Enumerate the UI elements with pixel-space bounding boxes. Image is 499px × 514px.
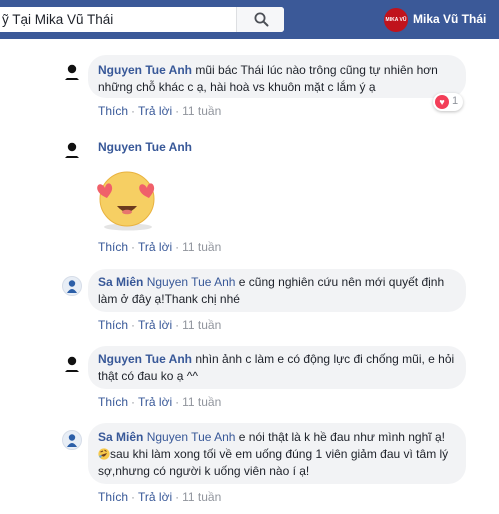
reaction-count: 1 [452,95,459,107]
like-link[interactable]: Thích [98,318,128,332]
comment-bubble: Sa Miên Nguyen Tue Anh e cũng nghiên cứu… [88,269,466,312]
mention-link[interactable]: Nguyen Tue Anh [147,275,236,289]
avatar[interactable] [62,430,82,450]
separator: · [131,395,136,409]
separator: · [175,490,180,504]
separator: · [175,318,180,332]
like-link[interactable]: Thích [98,490,128,504]
user-avatar-icon [67,434,77,447]
comment-timestamp[interactable]: 11 tuần [182,240,221,254]
comment-bubble: Nguyen Tue Anh nhìn ảnh c làm e có động … [88,346,466,389]
comment-timestamp[interactable]: 11 tuần [182,104,221,118]
reply-link[interactable]: Trả lời [138,104,172,118]
user-avatar-icon [65,142,79,158]
separator: · [175,104,180,118]
comment-author[interactable]: Nguyen Tue Anh [98,140,192,154]
top-navigation-bar: MIKA VŨ THÁI Mika Vũ Thái [0,0,499,39]
comment-author[interactable]: Sa Miên [98,430,143,444]
avatar[interactable] [62,61,82,81]
separator: · [131,240,136,254]
profile-name: Mika Vũ Thái [413,12,487,26]
avatar[interactable] [62,353,82,373]
separator: · [175,240,180,254]
comment-author[interactable]: Nguyen Tue Anh [98,63,192,77]
avatar[interactable] [62,276,82,296]
mention-link[interactable]: Nguyen Tue Anh [147,430,236,444]
reply-link[interactable]: Trả lời [138,318,172,332]
reply-link[interactable]: Trả lời [138,240,172,254]
comment-actions: Thích · Trả lời · 11 tuần [98,240,221,254]
comment-actions: Thích · Trả lời · 11 tuần [98,318,221,332]
rolling-on-floor-laughing-icon [98,448,110,460]
comment-actions: Thích · Trả lời · 11 tuần [98,395,221,409]
profile-logo: MIKA VŨ THÁI [384,8,408,32]
comment-text: e nói thật là k hề đau như mình nghĩ ạ! [238,430,445,444]
comment-text: sau khi làm xong tối về em uống đúng 1 v… [98,447,449,478]
comment-author[interactable]: Nguyen Tue Anh [98,352,192,366]
comment-author[interactable]: Sa Miên [98,275,143,289]
comment-timestamp[interactable]: 11 tuần [182,318,221,332]
separator: · [131,104,136,118]
separator: · [175,395,180,409]
heart-reaction-icon: ♥ [435,95,449,109]
user-avatar-icon [65,356,79,372]
like-link[interactable]: Thích [98,395,128,409]
separator: · [131,490,136,504]
like-link[interactable]: Thích [98,104,128,118]
reply-link[interactable]: Trả lời [138,490,172,504]
heart-eyes-emoji-icon [91,169,163,231]
user-avatar-icon [65,64,79,80]
avatar[interactable] [62,139,82,159]
user-avatar-icon [67,280,77,293]
comment-timestamp[interactable]: 11 tuần [182,490,221,504]
search-box [0,7,284,32]
reply-link[interactable]: Trả lời [138,395,172,409]
comment-actions: Thích · Trả lời · 11 tuần [98,104,221,118]
separator: · [131,318,136,332]
like-link[interactable]: Thích [98,240,128,254]
reaction-summary[interactable]: ♥ 1 [433,93,463,111]
comment-actions: Thích · Trả lời · 11 tuần [98,490,221,504]
comment-timestamp[interactable]: 11 tuần [182,395,221,409]
comment-bubble: Nguyen Tue Anh mũi bác Thái lúc nào trôn… [88,55,466,98]
search-input[interactable] [0,7,230,32]
search-button[interactable] [236,7,284,32]
comment-bubble: Sa Miên Nguyen Tue Anh e nói thật là k h… [88,423,466,484]
search-icon [254,12,269,27]
